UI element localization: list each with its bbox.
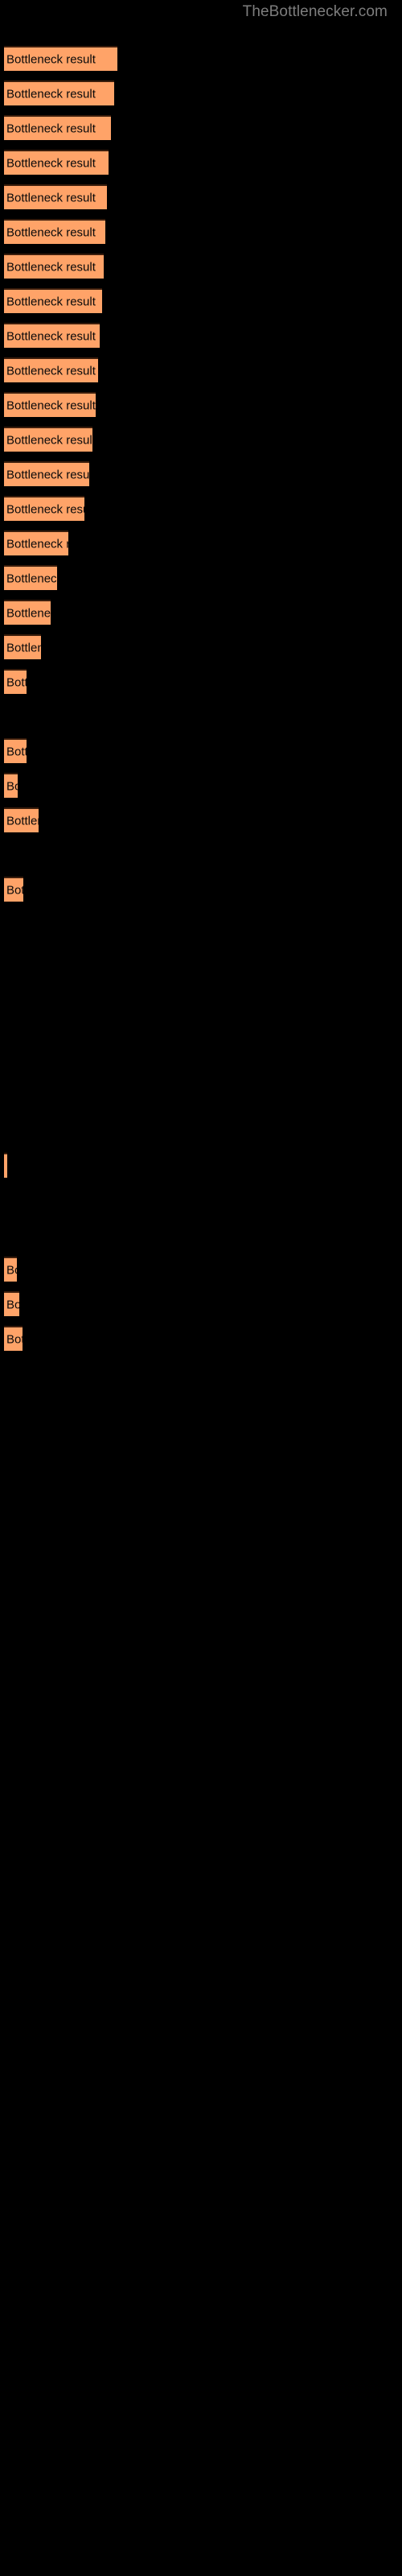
bar-label: Bottleneck result — [6, 537, 68, 551]
bar-row: Bottleneck result — [0, 773, 402, 798]
bar-label: Bottleneck result — [6, 329, 96, 343]
bar-label: Bottleneck result — [6, 779, 18, 793]
bar-18[interactable]: Bottleneck result — [4, 634, 41, 659]
bar-label: Bottleneck result — [6, 87, 96, 101]
bar-label: Bottleneck result — [6, 225, 96, 239]
bar-row: Bottleneck result — [0, 634, 402, 659]
bar-row: Bottleneck result — [0, 565, 402, 590]
bar-24[interactable]: Bottleneck result — [4, 1153, 7, 1178]
site-watermark: TheBottlenecker.com — [242, 3, 388, 20]
bar-7[interactable]: Bottleneck result — [4, 254, 104, 279]
bar-13[interactable]: Bottleneck result — [4, 461, 89, 486]
bar-label: Bottleneck result — [6, 156, 96, 170]
bar-label: Bottleneck result — [6, 745, 27, 758]
bar-10[interactable]: Bottleneck result — [4, 357, 98, 382]
bar-label: Bottleneck result — [6, 814, 39, 828]
bar-row: Bottleneck result — [0, 530, 402, 555]
bar-label: Bottleneck result — [6, 502, 84, 516]
bar-27[interactable]: Bottleneck result — [4, 1326, 23, 1351]
bar-16[interactable]: Bottleneck result — [4, 565, 57, 590]
bar-row: Bottleneck result — [0, 877, 402, 902]
bar-row: Bottleneck result — [0, 600, 402, 625]
bar-label: Bottleneck result — [6, 1298, 19, 1311]
bar-2[interactable]: Bottleneck result — [4, 80, 114, 105]
bar-label: Bottleneck result — [6, 364, 96, 378]
bar-row: Bottleneck result — [0, 150, 402, 175]
bar-8[interactable]: Bottleneck result — [4, 288, 102, 313]
bar-label: Bottleneck result — [6, 295, 96, 308]
bar-row: Bottleneck result — [0, 1291, 402, 1316]
bar-25[interactable]: Bottleneck result — [4, 1257, 17, 1282]
bar-row: Bottleneck result — [0, 461, 402, 486]
bar-row: Bottleneck result — [0, 115, 402, 140]
bar-row: Bottleneck result — [0, 323, 402, 348]
bar-row: Bottleneck result — [0, 738, 402, 763]
bar-22[interactable]: Bottleneck result — [4, 807, 39, 832]
bar-row: Bottleneck result — [0, 392, 402, 417]
bar-label: Bottleneck result — [6, 641, 41, 654]
bar-row: Bottleneck result — [0, 1153, 402, 1178]
bar-26[interactable]: Bottleneck result — [4, 1291, 19, 1316]
bar-3[interactable]: Bottleneck result — [4, 115, 111, 140]
bar-row: Bottleneck result — [0, 357, 402, 382]
bar-6[interactable]: Bottleneck result — [4, 219, 105, 244]
bar-11[interactable]: Bottleneck result — [4, 392, 96, 417]
bar-label: Bottleneck result — [6, 1160, 7, 1172]
bar-row: Bottleneck result — [0, 496, 402, 521]
bar-5[interactable]: Bottleneck result — [4, 184, 107, 209]
bar-label: Bottleneck result — [6, 675, 27, 689]
bar-row: Bottleneck result — [0, 669, 402, 694]
bar-label: Bottleneck result — [6, 398, 96, 412]
bar-14[interactable]: Bottleneck result — [4, 496, 84, 521]
bottleneck-bar-chart: TheBottlenecker.com Bottleneck result Bot… — [0, 0, 402, 2576]
bar-label: Bottleneck result — [6, 260, 96, 274]
bar-row: Bottleneck result — [0, 1326, 402, 1351]
bar-label: Bottleneck result — [6, 572, 57, 585]
bar-label: Bottleneck result — [6, 1263, 17, 1277]
bar-row: Bottleneck result — [0, 46, 402, 71]
bar-label: Bottleneck result — [6, 883, 23, 897]
bar-row: Bottleneck result — [0, 254, 402, 279]
bar-label: Bottleneck result — [6, 606, 51, 620]
bar-row: Bottleneck result — [0, 219, 402, 244]
bar-row: Bottleneck result — [0, 807, 402, 832]
bar-label: Bottleneck result — [6, 433, 92, 447]
bar-row: Bottleneck result — [0, 1257, 402, 1282]
bar-label: Bottleneck result — [6, 1332, 23, 1346]
bar-row: Bottleneck result — [0, 288, 402, 313]
bar-12[interactable]: Bottleneck result — [4, 427, 92, 452]
bar-4[interactable]: Bottleneck result — [4, 150, 109, 175]
bar-row: Bottleneck result — [0, 184, 402, 209]
bar-label: Bottleneck result — [6, 468, 89, 481]
bar-row: Bottleneck result — [0, 427, 402, 452]
bar-label: Bottleneck result — [6, 52, 96, 66]
bar-17[interactable]: Bottleneck result — [4, 600, 51, 625]
bar-20[interactable]: Bottleneck result — [4, 738, 27, 763]
bar-row: Bottleneck result — [0, 80, 402, 105]
bar-label: Bottleneck result — [6, 122, 96, 135]
bar-19[interactable]: Bottleneck result — [4, 669, 27, 694]
bar-15[interactable]: Bottleneck result — [4, 530, 68, 555]
bar-9[interactable]: Bottleneck result — [4, 323, 100, 348]
bar-23[interactable]: Bottleneck result — [4, 877, 23, 902]
bar-21[interactable]: Bottleneck result — [4, 773, 18, 798]
bar-label: Bottleneck result — [6, 191, 96, 204]
bar-1[interactable]: Bottleneck result — [4, 46, 117, 71]
